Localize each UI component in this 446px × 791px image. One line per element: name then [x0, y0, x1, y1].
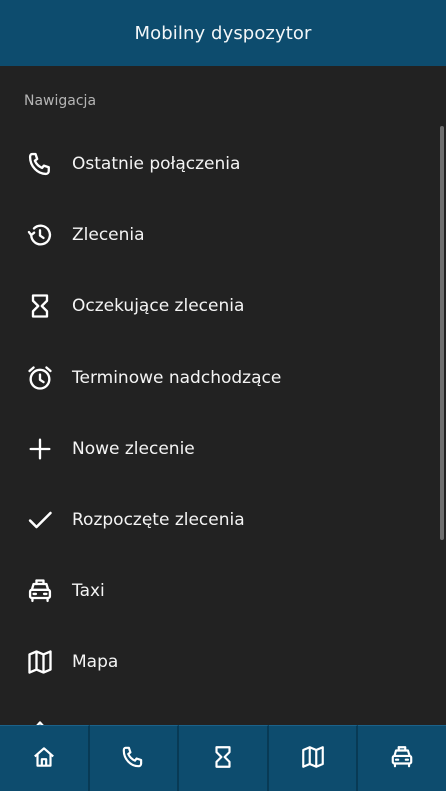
taxi-icon	[389, 744, 415, 774]
hourglass-icon	[26, 292, 54, 320]
nav-item-orders[interactable]: Zlecenia	[0, 205, 440, 265]
navigation-drawer[interactable]: Nawigacja Ostatnie połączenia Zlecenia O…	[0, 66, 446, 725]
bottom-map-button[interactable]	[268, 725, 359, 791]
nav-item-new-order[interactable]: Nowe zlecenie	[0, 419, 440, 479]
nav-item-map[interactable]: Mapa	[0, 632, 440, 692]
nav-item-pending-orders[interactable]: Oczekujące zlecenia	[0, 276, 440, 336]
home-icon	[31, 744, 57, 774]
nav-item-label: Terminowe nadchodzące	[72, 368, 282, 388]
nav-item-label: Nowe zlecenie	[72, 439, 195, 459]
history-icon	[26, 221, 54, 249]
hourglass-icon	[210, 744, 236, 774]
bottom-home-button[interactable]	[0, 725, 90, 791]
scrollbar-thumb[interactable]	[440, 126, 444, 540]
bottom-calls-button[interactable]	[89, 725, 180, 791]
nav-item-taxi[interactable]: Taxi	[0, 561, 440, 621]
map-icon	[300, 744, 326, 774]
nav-item-label: Rozpoczęte zlecenia	[72, 510, 245, 530]
phone-icon	[120, 744, 146, 774]
nav-item-label: Oczekujące zlecenia	[72, 296, 245, 316]
nav-item-partial[interactable]	[0, 703, 440, 725]
nav-item-recent-calls[interactable]: Ostatnie połączenia	[0, 134, 440, 194]
nav-item-started-orders[interactable]: Rozpoczęte zlecenia	[0, 490, 440, 550]
bottom-taxi-button[interactable]	[358, 725, 446, 791]
app-title: Mobilny dyspozytor	[134, 22, 312, 44]
plus-icon	[26, 435, 54, 463]
checkmark-icon	[26, 506, 54, 534]
bottom-navigation-bar	[0, 725, 446, 791]
section-label-navigation: Nawigacja	[24, 93, 97, 109]
nav-item-label: Ostatnie połączenia	[72, 154, 241, 174]
alarm-clock-icon	[26, 364, 54, 392]
taxi-icon	[26, 577, 54, 605]
nav-item-label: Zlecenia	[72, 225, 145, 245]
phone-icon	[26, 150, 54, 178]
app-header: Mobilny dyspozytor	[0, 0, 446, 66]
drawer-scrollbar[interactable]	[440, 66, 444, 725]
nav-item-scheduled-upcoming[interactable]: Terminowe nadchodzące	[0, 348, 440, 408]
nav-item-label: Taxi	[72, 581, 105, 601]
bottom-pending-button[interactable]	[179, 725, 269, 791]
app-window: Mobilny dyspozytor Nawigacja Ostatnie po…	[0, 0, 446, 791]
map-icon	[26, 648, 54, 676]
nav-item-label: Mapa	[72, 652, 119, 672]
